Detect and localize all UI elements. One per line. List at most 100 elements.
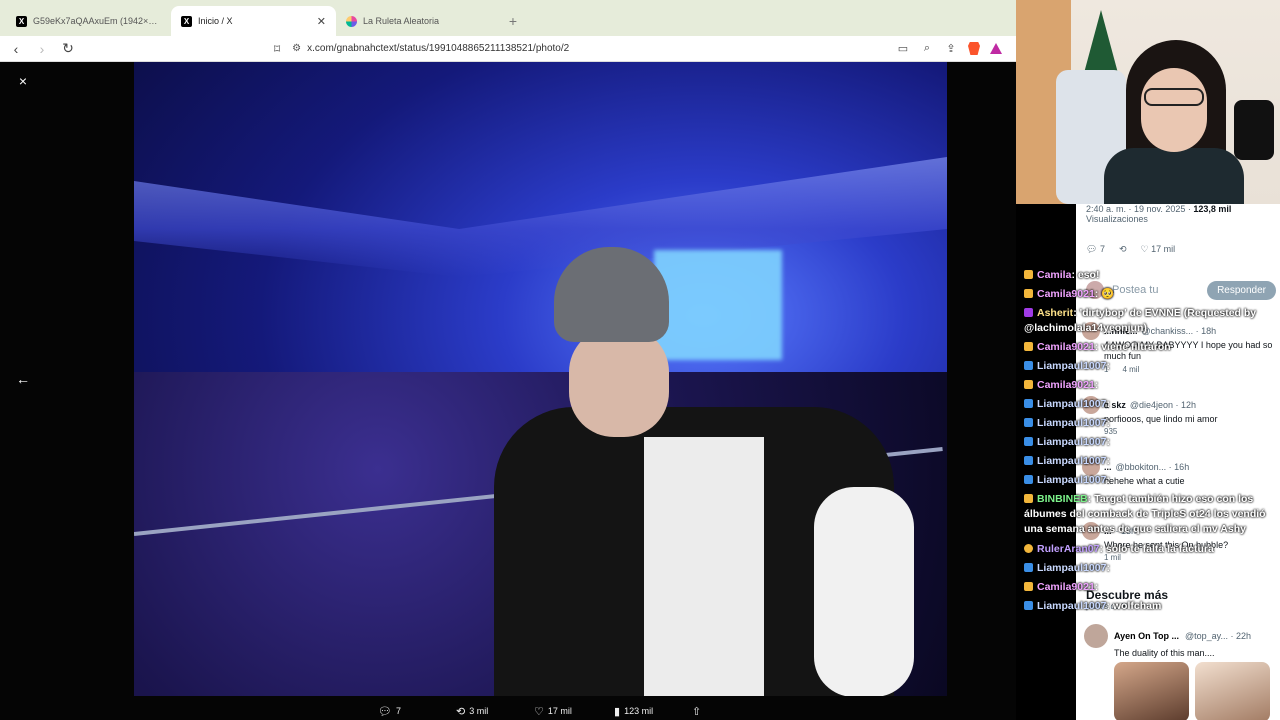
chat-user: Liampaul1007 <box>1037 562 1107 574</box>
repost-icon: ⟲ <box>456 705 466 718</box>
address-bar: ‹ › ↻ ⌑ ⚙ x.com/gnabnahctext/status/1991… <box>0 36 1016 62</box>
x-logo-icon: X <box>181 15 192 27</box>
subscriber-badge-icon <box>1024 380 1033 389</box>
chat-user: Liampaul1007 <box>1037 398 1107 410</box>
media-viewer: × ← 💬︎ 7 ⟲ 3 mil ♡ 17 mil ▮ 123 mil ⇧ <box>0 62 1016 720</box>
repost-count: 3 mil <box>469 706 489 716</box>
jacket-sleeve <box>814 487 914 696</box>
chat-user: Camila9021 <box>1037 341 1095 353</box>
bookmark-icon[interactable]: ⌑ <box>274 42 280 56</box>
cast-icon[interactable]: ▭ <box>896 42 910 55</box>
webcam-face <box>1141 68 1207 152</box>
tab-inicio[interactable]: X Inicio / X ✕ <box>171 6 336 36</box>
screen: X G59eKx7aQAAxuEm (1942×4096) X Inicio /… <box>0 0 1280 720</box>
chat-user: Camila <box>1037 269 1072 281</box>
share-icon: ⇧ <box>692 705 702 718</box>
suggested-tweet[interactable]: Ayen On Top ... @top_ay... · 22h The dual… <box>1084 624 1278 720</box>
arrow-left-icon[interactable]: ← <box>12 368 34 390</box>
subscriber-badge-icon <box>1024 342 1033 351</box>
like-count[interactable]: ♡ 17 mil <box>1141 244 1176 255</box>
x-logo-icon: X <box>16 15 27 27</box>
forward-icon[interactable]: › <box>32 39 52 59</box>
url-field[interactable]: ⚙ x.com/gnabnahctext/status/199104886521… <box>292 39 569 59</box>
media-thumb[interactable] <box>1114 662 1189 720</box>
tweet-time: 2:40 a. m. · 19 nov. 2025 · <box>1086 204 1194 214</box>
face <box>569 327 669 437</box>
tab-title: G59eKx7aQAAxuEm (1942×4096) <box>33 16 161 26</box>
chat-message: : eso! <box>1071 269 1100 281</box>
webcam-glasses <box>1144 88 1204 106</box>
zoom-icon[interactable]: ⌕ <box>920 42 934 55</box>
chat-user: Asherit <box>1037 307 1074 319</box>
reply-count[interactable]: 💬︎ 7 <box>1086 244 1105 255</box>
like-button[interactable]: ♡ 17 mil <box>534 705 572 718</box>
webcam-body <box>1104 148 1244 204</box>
prime-badge-icon <box>1024 601 1033 610</box>
streamer-webcam <box>1016 0 1280 204</box>
suggested-handle: @top_ay... · 22h <box>1185 631 1252 641</box>
prime-badge-icon <box>1024 399 1033 408</box>
repost-button[interactable]: ⟲ 3 mil <box>456 705 488 718</box>
chat-message: : <box>1106 436 1110 448</box>
subscriber-badge-icon <box>1024 289 1033 298</box>
url-text[interactable]: x.com/gnabnahctext/status/19910488652111… <box>307 43 569 54</box>
prime-badge-icon <box>1024 418 1033 427</box>
microphone <box>1234 100 1274 160</box>
chat-message: : wolfcham <box>1106 600 1162 612</box>
chat-message: : <box>1094 379 1099 391</box>
reply-count: 7 <box>395 706 401 716</box>
chat-user: Camila9021 <box>1037 288 1095 300</box>
brave-shield-icon[interactable] <box>968 42 980 55</box>
chat-user: RulerAran07 <box>1037 543 1100 555</box>
tweet-views: 123,8 mil <box>1193 204 1232 214</box>
chat-message: : viene filtraron <box>1094 341 1171 353</box>
view-count: 123 mil <box>624 706 654 716</box>
close-icon[interactable]: ✕ <box>317 15 326 28</box>
beanie <box>554 247 669 342</box>
chat-user: Liampaul1007 <box>1037 436 1107 448</box>
tweet-stats: 💬︎ 7 ⟲ ♡ 17 mil <box>1086 244 1175 255</box>
chat-message: : <box>1106 398 1110 410</box>
concert-photo[interactable] <box>134 62 947 696</box>
like-count: 17 mil <box>547 706 572 716</box>
share-button[interactable]: ⇧ <box>692 705 701 718</box>
chat-message: : <box>1106 417 1110 429</box>
prime-badge-icon <box>1024 361 1033 370</box>
tab-title: La Ruleta Aleatoria <box>363 16 440 26</box>
heart-icon: ♡ <box>534 705 544 718</box>
back-icon[interactable]: ‹ <box>6 39 26 59</box>
avatar <box>1084 624 1108 648</box>
media-thumb[interactable] <box>1195 662 1270 720</box>
tab-image[interactable]: X G59eKx7aQAAxuEm (1942×4096) <box>6 6 171 36</box>
chat-user: BINBINEB <box>1037 493 1088 505</box>
suggested-media <box>1114 662 1278 720</box>
close-icon[interactable]: × <box>12 70 34 92</box>
chat-user: Liampaul1007 <box>1037 474 1107 486</box>
rewards-icon[interactable] <box>990 43 1002 54</box>
subscriber-badge-icon <box>1024 582 1033 591</box>
site-settings-icon[interactable]: ⚙ <box>292 43 301 54</box>
new-tab-button[interactable]: + <box>501 6 525 36</box>
chat-message: : solo te falta la factura <box>1099 543 1214 555</box>
chat-user: Camila9021 <box>1037 581 1095 593</box>
white-shirt <box>644 437 764 696</box>
subscriber-badge-icon <box>1024 270 1033 279</box>
chart-bars-icon: ▮ <box>614 705 621 718</box>
chat-message: : <box>1106 562 1110 574</box>
views-button[interactable]: ▮ 123 mil <box>614 705 653 718</box>
prime-badge-icon <box>1024 437 1033 446</box>
chat-message: : 🥺 <box>1094 288 1115 300</box>
reload-icon[interactable]: ↻ <box>58 39 78 59</box>
chat-user: Liampaul1007 <box>1037 417 1107 429</box>
chat-message: : <box>1094 581 1099 593</box>
tab-ruleta[interactable]: La Ruleta Aleatoria <box>336 6 501 36</box>
repost-icon[interactable]: ⟲ <box>1119 244 1127 255</box>
chat-user: Liampaul1007 <box>1037 455 1107 467</box>
chat-user: Liampaul1007 <box>1037 600 1107 612</box>
wheel-icon <box>346 15 357 27</box>
reply-button[interactable]: 💬︎ 7 <box>378 705 401 718</box>
share-icon[interactable]: ⇪ <box>944 42 958 55</box>
suggested-text: The duality of this man.... <box>1114 648 1215 658</box>
mod-badge-icon <box>1024 544 1033 553</box>
views-label: Visualizaciones <box>1086 214 1148 224</box>
